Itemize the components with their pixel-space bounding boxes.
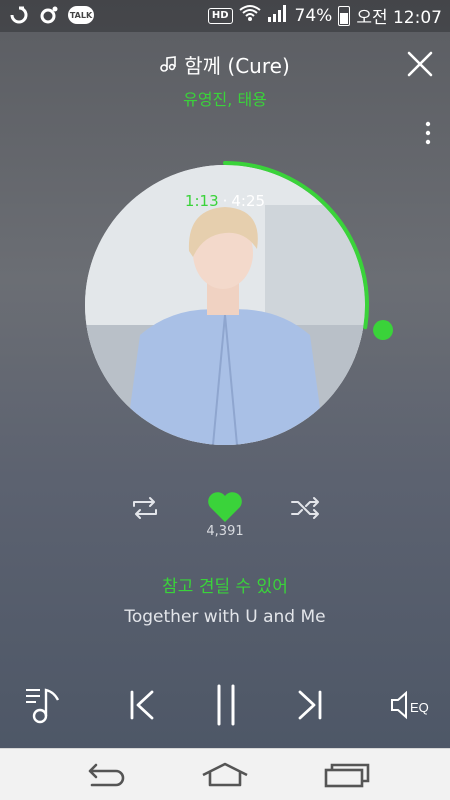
repeat-button[interactable] xyxy=(128,494,162,522)
battery-percent: 74% xyxy=(294,5,333,26)
song-title-text: 함께 (Cure) xyxy=(184,54,290,78)
home-button[interactable] xyxy=(200,761,250,789)
clock: 오전 12:07 xyxy=(356,8,442,28)
home-icon xyxy=(202,762,248,787)
music-note-icon xyxy=(160,54,178,78)
like-count: 4,391 xyxy=(206,524,244,539)
recent-apps-icon xyxy=(324,763,370,788)
wifi-icon xyxy=(238,4,261,27)
progress-ring[interactable] xyxy=(65,145,394,465)
previous-button[interactable] xyxy=(122,682,162,728)
shuffle-icon xyxy=(291,497,319,519)
back-icon xyxy=(88,763,125,787)
next-button[interactable] xyxy=(290,682,330,728)
back-button[interactable] xyxy=(80,761,128,789)
lyric-next-line[interactable]: Together with U and Me xyxy=(0,607,450,627)
battery-icon xyxy=(338,5,351,26)
pause-button[interactable] xyxy=(206,682,246,728)
like-button[interactable] xyxy=(206,490,244,524)
close-icon xyxy=(407,51,433,77)
artist-name[interactable]: 유영진, 태용 xyxy=(0,86,450,110)
pause-icon xyxy=(217,684,235,726)
hd-voice-icon: HD xyxy=(207,7,233,24)
playlist-icon xyxy=(26,688,60,724)
skip-previous-icon xyxy=(130,690,154,720)
progress-knob[interactable] xyxy=(373,320,394,341)
player-screen: TALK HD 74% 오전 12:07 함께 (Cure) 유영진, 태용 1… xyxy=(0,0,450,800)
recent-apps-button[interactable] xyxy=(322,761,370,789)
heart-icon xyxy=(208,492,242,522)
playlist-button[interactable] xyxy=(22,682,66,728)
app-notification-icon-2 xyxy=(38,4,60,26)
close-button[interactable] xyxy=(406,50,434,78)
app-notification-icon xyxy=(8,4,30,26)
kakaotalk-icon: TALK xyxy=(68,6,94,24)
song-title: 함께 (Cure) xyxy=(0,50,450,79)
lyric-current-line[interactable]: 참고 견딜 수 있어 xyxy=(0,572,450,597)
progress-arc xyxy=(223,161,369,330)
skip-next-icon xyxy=(298,690,322,720)
system-nav-bar xyxy=(0,748,450,800)
status-bar: TALK HD 74% 오전 12:07 xyxy=(0,0,450,32)
repeat-icon xyxy=(133,497,157,519)
shuffle-button[interactable] xyxy=(288,494,322,522)
signal-icon xyxy=(267,4,289,27)
album-art-progress[interactable]: 1:13 · 4:25 xyxy=(80,160,394,450)
equalizer-button[interactable]: EQ xyxy=(386,682,432,728)
more-vertical-icon xyxy=(425,121,431,145)
eq-label: EQ xyxy=(410,700,429,715)
equalizer-icon: EQ xyxy=(391,690,429,720)
player-controls: EQ xyxy=(0,682,450,732)
more-options-button[interactable] xyxy=(424,120,432,146)
